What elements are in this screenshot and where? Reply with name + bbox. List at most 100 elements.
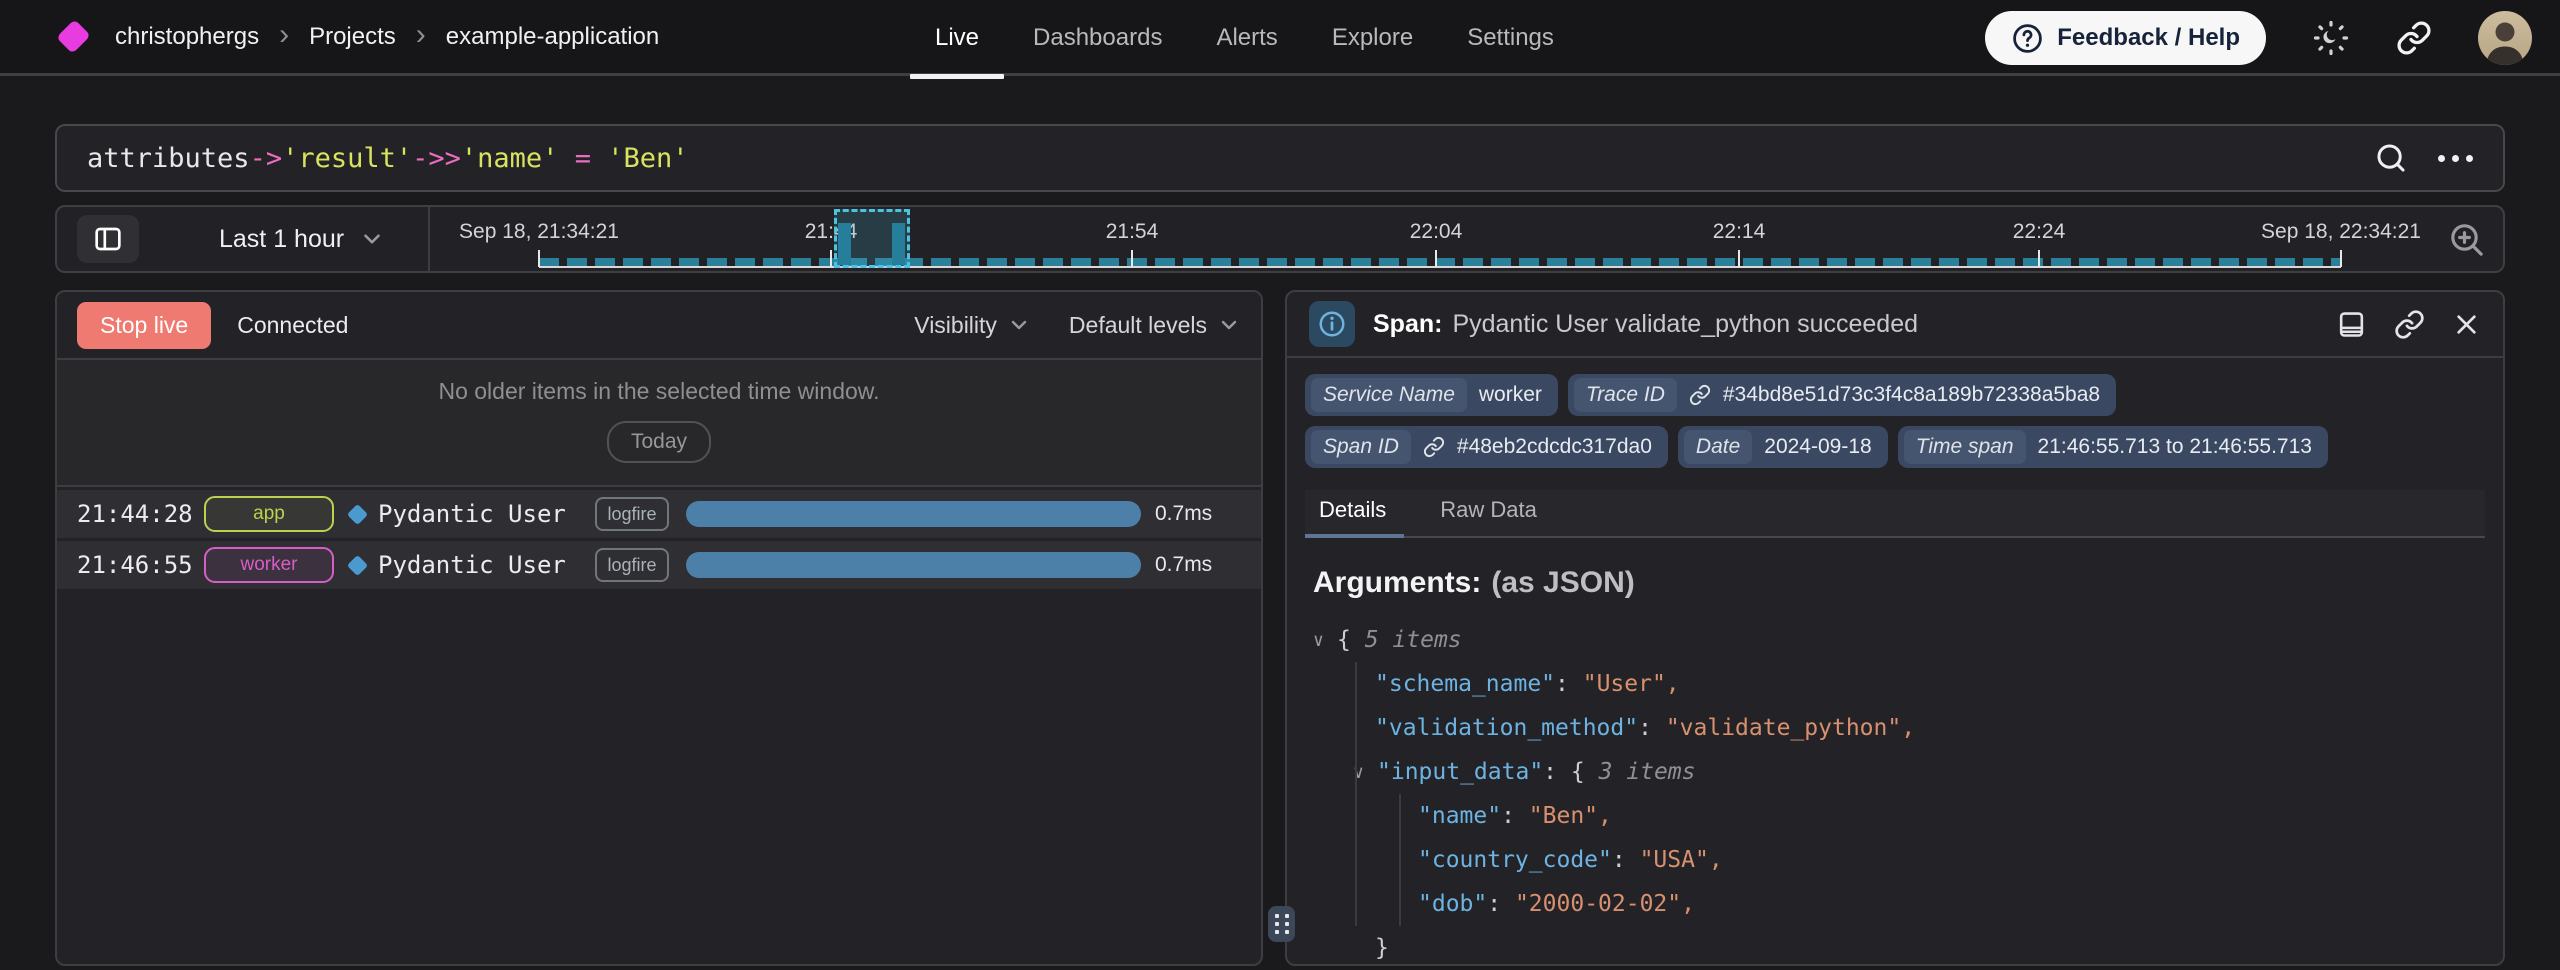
axis-tick [538, 250, 540, 267]
json-line: "validation_method": "validate_python", [1313, 706, 2503, 750]
json-line: } [1313, 926, 2503, 966]
link-icon [1423, 436, 1445, 458]
badge-label: Span ID [1311, 430, 1411, 464]
stop-live-button[interactable]: Stop live [77, 302, 211, 349]
link-icon [1689, 384, 1711, 406]
tab-live[interactable]: Live [908, 0, 1006, 76]
more-options-icon[interactable] [2438, 155, 2473, 162]
log-row[interactable]: 21:44:28 app Pydantic User logfire 0.7ms [57, 490, 1261, 538]
service-badge: worker [204, 547, 334, 583]
empty-history-notice: No older items in the selected time wind… [57, 360, 1261, 487]
query-text: attributes->'result'->>'name' = 'Ben' [87, 143, 689, 174]
live-view-controls: Visibility Default levels [914, 312, 1241, 339]
panel-resize-handle[interactable] [1268, 906, 1295, 942]
badge-value: worker [1479, 383, 1542, 407]
collapse-caret-icon[interactable]: ∨ [1313, 630, 1329, 651]
axis-tick [2340, 250, 2342, 267]
axis-end-label: Sep 18, 22:34:21 [2261, 220, 2421, 244]
badge-value: #48eb2cdcdc317da0 [1457, 435, 1652, 459]
timeline-selection-window[interactable] [834, 209, 910, 268]
service-name-badge: Service Name worker [1305, 374, 1558, 416]
zoom-in-icon[interactable] [2447, 220, 2487, 265]
default-levels-dropdown[interactable]: Default levels [1069, 312, 1241, 339]
dock-panel-icon[interactable] [2336, 309, 2367, 340]
axis-tick-label: 22:24 [2013, 220, 2066, 244]
tab-alerts[interactable]: Alerts [1189, 0, 1304, 76]
copy-link-icon[interactable] [2396, 20, 2432, 56]
arguments-heading-note: (as JSON) [1491, 566, 1634, 599]
arguments-heading: Arguments: (as JSON) [1313, 566, 2503, 600]
breadcrumb: christophergs › Projects › example-appli… [115, 20, 659, 54]
search-icon[interactable] [2374, 141, 2408, 175]
logfire-logo-icon[interactable] [56, 19, 90, 53]
axis-tick [1435, 250, 1437, 267]
top-nav: christophergs › Projects › example-appli… [0, 0, 2560, 76]
json-tree: ∨{ 5 items "schema_name": "User", "valid… [1313, 618, 2503, 966]
span-detail-header: Span: Pydantic User validate_python succe… [1287, 292, 2503, 358]
axis-start-label: Sep 18, 21:34:21 [459, 220, 619, 244]
main-nav-tabs: Live Dashboards Alerts Explore Settings [908, 0, 1581, 76]
axis-tick-label: 22:04 [1410, 220, 1463, 244]
json-line: "country_code": "USA", [1313, 838, 2503, 882]
theme-toggle-icon[interactable] [2312, 19, 2350, 57]
histogram-bar [892, 223, 905, 265]
indent-guide [1399, 794, 1401, 926]
span-title-text: Pydantic User validate_python succeeded [1452, 310, 1918, 338]
tab-dashboards[interactable]: Dashboards [1006, 0, 1189, 76]
span-detail-panel: Span: Pydantic User validate_python succe… [1285, 290, 2505, 966]
chevron-right-icon: › [279, 20, 289, 54]
badge-value: 2024-09-18 [1764, 435, 1871, 459]
empty-message: No older items in the selected time wind… [57, 378, 1261, 405]
breadcrumb-project[interactable]: example-application [446, 23, 659, 51]
nav-right-group: Feedback / Help [1985, 0, 2532, 76]
feedback-help-button[interactable]: Feedback / Help [1985, 11, 2266, 65]
copy-span-link-icon[interactable] [2394, 309, 2425, 340]
tab-details[interactable]: Details [1315, 497, 1390, 536]
log-time: 21:44:28 [77, 500, 204, 528]
span-detail-content: Arguments: (as JSON) ∨{ 5 items "schema_n… [1287, 538, 2503, 966]
timeline-bar: Last 1 hour Sep 18, 21:34:21 21:44 21:54… [55, 205, 2505, 273]
arguments-heading-text: Arguments: [1313, 566, 1481, 599]
span-name: Pydantic User [378, 551, 595, 579]
span-id-badge[interactable]: Span ID #48eb2cdcdc317da0 [1305, 426, 1668, 468]
span-kind-label: Span: [1373, 310, 1442, 338]
visibility-dropdown[interactable]: Visibility [914, 312, 1031, 339]
time-span-badge: Time span 21:46:55.713 to 21:46:55.713 [1898, 426, 2328, 468]
today-pill[interactable]: Today [607, 421, 711, 463]
log-time: 21:46:55 [77, 551, 204, 579]
span-title: Span: Pydantic User validate_python succe… [1373, 310, 1918, 339]
close-icon[interactable] [2452, 310, 2481, 339]
axis-tick [830, 250, 832, 267]
chevron-down-icon [1217, 313, 1241, 337]
axis-tick [1738, 250, 1740, 267]
badge-label: Trace ID [1574, 378, 1677, 412]
axis-tick [1131, 250, 1133, 267]
live-view-panel: Stop live Connected Visibility Default l… [55, 290, 1263, 966]
breadcrumb-org[interactable]: christophergs [115, 23, 259, 51]
log-row[interactable]: 21:46:55 worker Pydantic User logfire 0.… [57, 541, 1261, 589]
log-rows: 21:44:28 app Pydantic User logfire 0.7ms… [57, 490, 1261, 589]
info-icon [1309, 301, 1355, 347]
timeline-histogram-baseline [539, 258, 2341, 266]
json-line: "schema_name": "User", [1313, 662, 2503, 706]
tab-settings[interactable]: Settings [1440, 0, 1581, 76]
badge-label: Date [1684, 430, 1752, 464]
user-avatar[interactable] [2478, 11, 2532, 65]
breadcrumb-projects[interactable]: Projects [309, 23, 396, 51]
json-line: "name": "Ben", [1313, 794, 2503, 838]
tab-raw-data[interactable]: Raw Data [1436, 497, 1541, 536]
query-input[interactable]: attributes->'result'->>'name' = 'Ben' [55, 124, 2505, 192]
visibility-label: Visibility [914, 312, 997, 339]
trace-id-badge[interactable]: Trace ID #34bd8e51d73c3f4c8a189b72338a5b… [1568, 374, 2116, 416]
timeline-axis[interactable]: Sep 18, 21:34:21 21:44 21:54 22:04 22:14… [57, 207, 2503, 271]
query-actions [2374, 141, 2473, 175]
axis-tick-label: 21:54 [1106, 220, 1159, 244]
tab-explore[interactable]: Explore [1305, 0, 1440, 76]
indent-guide [1355, 662, 1357, 926]
chevron-down-icon [1007, 313, 1031, 337]
axis-tick-label: 22:14 [1713, 220, 1766, 244]
duration-label: 0.7ms [1155, 502, 1212, 526]
question-circle-icon [2011, 22, 2044, 55]
feedback-help-label: Feedback / Help [2057, 24, 2240, 52]
duration-bar [686, 552, 1141, 578]
